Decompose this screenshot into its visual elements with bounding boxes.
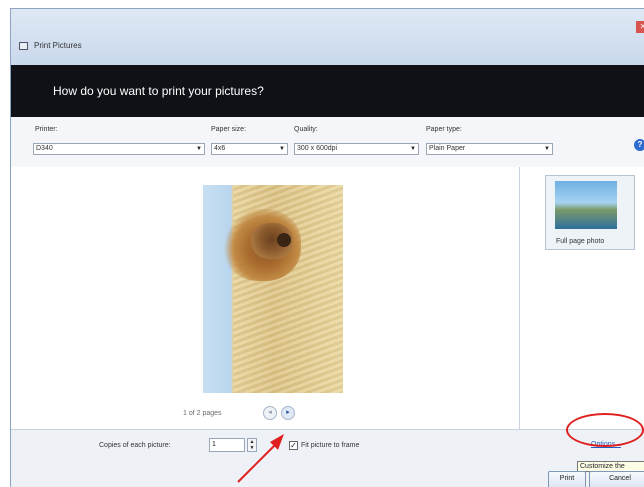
bottom-bar: Copies of each picture: 1 ▲ ▼ ✓ Fit pict… <box>11 429 644 487</box>
quality-value: 300 x 600dpi <box>297 145 338 152</box>
chevron-down-icon: ▼ <box>544 146 550 152</box>
printer-label: Printer: <box>35 126 58 133</box>
paper-size-select[interactable]: 4x6 ▼ <box>211 143 288 155</box>
chevron-down-icon: ▼ <box>196 146 202 152</box>
quality-label: Quality: <box>294 126 318 133</box>
paper-size-value: 4x6 <box>214 145 226 152</box>
printer-value: D340 <box>36 145 53 152</box>
print-options-row: Printer: D340 ▼ Paper size: 4x6 ▼ Qualit… <box>11 117 644 168</box>
paper-type-label: Paper type: <box>426 126 462 133</box>
previous-page-button[interactable]: ◂ <box>263 406 277 420</box>
layout-full-page-photo[interactable]: Full page photo <box>545 175 635 250</box>
window-title: Print Pictures <box>34 41 82 50</box>
page-count: 1 of 2 pages <box>183 410 222 417</box>
printer-select[interactable]: D340 ▼ <box>33 143 205 155</box>
annotation-arrow-icon <box>237 434 284 483</box>
next-page-button[interactable]: ▸ <box>281 406 295 420</box>
fit-to-frame-label: Fit picture to frame <box>301 442 360 449</box>
paper-type-select[interactable]: Plain Paper ▼ <box>426 143 553 155</box>
landscape-thumbnail-icon <box>555 181 617 229</box>
printer-icon <box>19 42 28 50</box>
print-pictures-dialog: Print Pictures ✕ How do you want to prin… <box>10 8 644 487</box>
cancel-button[interactable]: Cancel <box>589 471 644 487</box>
annotation-ellipse <box>566 413 644 447</box>
help-icon[interactable]: ? <box>634 139 644 151</box>
paper-size-label: Paper size: <box>211 126 247 133</box>
layout-panel: Full page photo <box>520 167 644 429</box>
lion-photo-preview <box>203 185 343 393</box>
print-button[interactable]: Print <box>548 471 586 487</box>
chevron-down-icon: ▼ <box>279 146 285 152</box>
chevron-down-icon: ▼ <box>410 146 416 152</box>
banner-heading: How do you want to print your pictures? <box>53 84 264 98</box>
paper-type-value: Plain Paper <box>429 145 466 152</box>
print-preview: 1 of 2 pages ◂ ▸ <box>11 167 520 429</box>
title-bar: Print Pictures ✕ <box>11 9 644 65</box>
header-banner: How do you want to print your pictures? <box>11 65 644 117</box>
close-button[interactable]: ✕ <box>636 21 644 33</box>
quality-select[interactable]: 300 x 600dpi ▼ <box>294 143 419 155</box>
copies-label: Copies of each picture: <box>99 442 171 449</box>
layout-label: Full page photo <box>556 238 605 245</box>
